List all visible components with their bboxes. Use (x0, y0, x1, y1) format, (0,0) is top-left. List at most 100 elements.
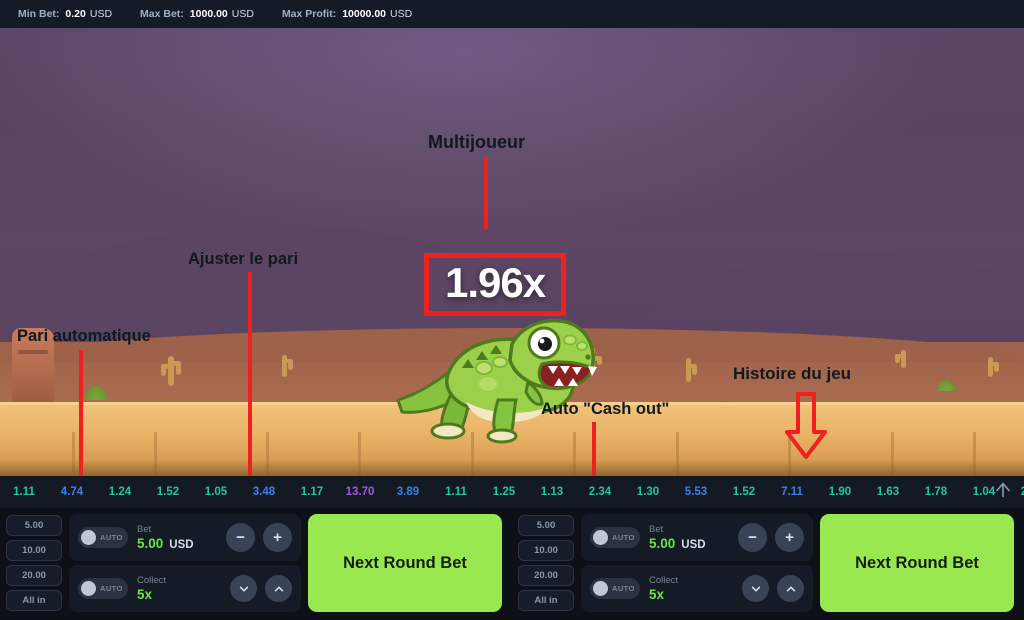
history-item[interactable]: 1.11 (432, 486, 480, 498)
bet-controls-left: AUTO Bet 5.00 USD − + AUTO Collect 5x (69, 514, 301, 612)
bet-value-right[interactable]: 5.00 (649, 536, 675, 551)
min-bet-label: Min Bet: (18, 8, 60, 20)
auto-collect-toggle-label-left: AUTO (100, 584, 123, 593)
quick-bet-group-left: 5.00 10.00 20.00 All in (6, 515, 62, 611)
history-item[interactable]: 1.78 (912, 486, 960, 498)
annotation-label-histoire-du-jeu: Histoire du jeu (733, 364, 852, 383)
multiplier-value: 1.96x (445, 259, 546, 306)
bet-panel-right: 5.00 10.00 20.00 All in AUTO Bet 5.00 US… (512, 508, 1024, 620)
quick-bet-20[interactable]: 20.00 (518, 565, 574, 586)
quick-bet-10[interactable]: 10.00 (6, 540, 62, 561)
history-item[interactable]: 2.34 (576, 486, 624, 498)
auto-collect-toggle-label-right: AUTO (612, 584, 635, 593)
ledge-shadow (0, 460, 1024, 476)
max-bet-label: Max Bet: (140, 8, 184, 20)
chevron-up-icon (786, 585, 795, 591)
min-bet-currency: USD (89, 8, 113, 20)
quick-bet-all-in[interactable]: All in (6, 590, 62, 611)
bush (84, 385, 107, 400)
collect-decrease-button-right[interactable] (742, 575, 769, 602)
history-item[interactable]: 1.90 (816, 486, 864, 498)
game-stage: 1.96x (0, 28, 1024, 476)
history-item[interactable]: 1.52 (720, 486, 768, 498)
next-round-bet-button-left[interactable]: Next Round Bet (308, 514, 502, 612)
auto-bet-toggle-left[interactable]: AUTO (78, 527, 128, 548)
bet-increase-button-right[interactable]: + (775, 523, 804, 552)
quick-bet-group-right: 5.00 10.00 20.00 All in (518, 515, 574, 611)
bet-value-left[interactable]: 5.00 (137, 536, 163, 551)
game-screen: Min Bet: 0.20 USD Max Bet: 1000.00 USD M… (0, 0, 1024, 620)
bet-field-right: Bet 5.00 USD (649, 524, 729, 551)
auto-bet-toggle-right[interactable]: AUTO (590, 527, 640, 548)
max-profit-label: Max Profit: (281, 8, 337, 20)
quick-bet-5[interactable]: 5.00 (6, 515, 62, 536)
collect-decrease-button-left[interactable] (230, 575, 257, 602)
auto-collect-toggle-right[interactable]: AUTO (590, 578, 640, 599)
collect-value-right[interactable]: 5x (649, 587, 664, 602)
history-item[interactable]: 7.11 (768, 486, 816, 498)
quick-bet-10[interactable]: 10.00 (518, 540, 574, 561)
bet-increase-button-left[interactable]: + (263, 523, 292, 552)
min-bet-value: 0.20 (65, 8, 86, 20)
history-item[interactable]: 3.89 (384, 486, 432, 498)
chevron-down-icon (751, 586, 760, 592)
quick-bet-20[interactable]: 20.00 (6, 565, 62, 586)
chevron-down-icon (239, 586, 248, 592)
quick-bet-all-in[interactable]: All in (518, 590, 574, 611)
history-item[interactable]: 3.48 (240, 486, 288, 498)
toggle-knob (81, 581, 96, 596)
max-profit-value: 10000.00 (342, 8, 386, 20)
collect-steppers-right (742, 575, 804, 602)
bet-currency-right: USD (681, 539, 706, 551)
history-item[interactable]: 1.52 (144, 486, 192, 498)
cactus-icon (988, 357, 1000, 378)
annotation-arrow-histoire-du-jeu (785, 392, 827, 460)
collect-increase-button-left[interactable] (265, 575, 292, 602)
bet-decrease-button-right[interactable]: − (738, 523, 767, 552)
bush (936, 379, 955, 391)
annotation-label-pari-automatique: Pari automatique (17, 327, 151, 345)
collect-label-right: Collect (649, 575, 679, 586)
quick-bet-5[interactable]: 5.00 (518, 515, 574, 536)
arrow-up-icon[interactable] (994, 481, 1012, 504)
collect-row-left: AUTO Collect 5x (69, 565, 301, 612)
bet-label-left: Bet (137, 524, 152, 535)
max-profit-group: Max Profit: 10000.00 USD (282, 8, 412, 20)
bet-steppers-right: − + (738, 523, 804, 552)
history-item[interactable]: 1.11 (0, 486, 48, 498)
bet-label-right: Bet (649, 524, 664, 535)
next-round-bet-button-right[interactable]: Next Round Bet (820, 514, 1014, 612)
bet-controls-right: AUTO Bet 5.00 USD − + AUTO Collect 5x (581, 514, 813, 612)
history-item[interactable]: 1.63 (864, 486, 912, 498)
history-item[interactable]: 1.17 (288, 486, 336, 498)
history-item[interactable]: 5.53 (672, 486, 720, 498)
collect-value-left[interactable]: 5x (137, 587, 152, 602)
max-bet-group: Max Bet: 1000.00 USD (140, 8, 254, 20)
auto-collect-toggle-left[interactable]: AUTO (78, 578, 128, 599)
cactus-icon (895, 350, 907, 369)
bet-row-left: AUTO Bet 5.00 USD − + (69, 514, 301, 561)
cactus-icon (281, 355, 293, 378)
annotation-label-multijoueur: Multijoueur (428, 132, 525, 152)
history-item[interactable]: 1.05 (192, 486, 240, 498)
collect-row-right: AUTO Collect 5x (581, 565, 813, 612)
collect-field-right: Collect 5x (649, 575, 733, 602)
max-profit-currency: USD (390, 8, 413, 20)
history-item[interactable]: 4.74 (48, 486, 96, 498)
toggle-knob (593, 581, 608, 596)
history-item[interactable]: 1.13 (528, 486, 576, 498)
max-bet-value: 1000.00 (189, 8, 228, 20)
limits-bar: Min Bet: 0.20 USD Max Bet: 1000.00 USD M… (0, 0, 1024, 28)
bet-field-left: Bet 5.00 USD (137, 524, 217, 551)
bet-row-right: AUTO Bet 5.00 USD − + (581, 514, 813, 561)
annotation-label-auto-cash-out: Auto "Cash out" (541, 400, 670, 418)
collect-increase-button-right[interactable] (777, 575, 804, 602)
history-item[interactable]: 1.25 (480, 486, 528, 498)
bet-steppers-left: − + (226, 523, 292, 552)
game-history-bar[interactable]: 1.11 4.74 1.24 1.52 1.05 3.48 1.17 13.70… (0, 476, 1024, 508)
history-item[interactable]: 13.70 (336, 486, 384, 498)
cactus-icon (160, 356, 181, 387)
history-item[interactable]: 1.24 (96, 486, 144, 498)
history-item[interactable]: 1.30 (624, 486, 672, 498)
bet-decrease-button-left[interactable]: − (226, 523, 255, 552)
